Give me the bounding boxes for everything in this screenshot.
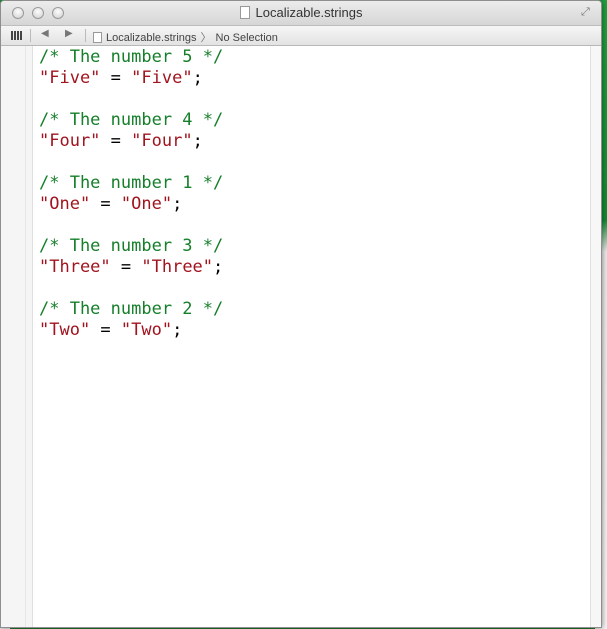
window-title-text: Localizable.strings [255,5,363,20]
code-entry-line: "Three" = "Three"; [39,257,223,278]
breadcrumb: Localizable.strings 〉 No Selection [93,29,278,45]
code-entry-line: "Five" = "Five"; [39,68,223,89]
statement-terminator: ; [192,68,203,88]
vertical-scrollbar[interactable] [590,46,601,627]
string-key: "Five" [39,68,101,88]
title-bar: Localizable.strings ⤢ [1,1,601,26]
jumpbar-divider [85,29,86,42]
forward-arrow-icon[interactable]: ▶ [65,28,73,39]
editor-window: Localizable.strings ⤢ ◀ ▶ Localizable.st… [0,0,602,628]
breadcrumb-selection[interactable]: No Selection [216,32,278,44]
code-entry-line: "Two" = "Two"; [39,320,223,341]
code-comment-line: /* The number 5 */ [39,47,224,67]
string-value: "Two" [120,320,173,340]
code-comment-line: /* The number 4 */ [39,110,224,130]
string-key: "Three" [39,257,111,277]
equals-sign: = [90,194,121,214]
code-entry-line: "One" = "One"; [39,194,223,215]
code-comment-line: /* The number 1 */ [39,173,224,193]
string-value: "One" [120,194,173,214]
statement-terminator: ; [172,320,183,340]
gutter-divider [25,46,26,627]
equals-sign: = [100,68,132,88]
jumpbar-divider [30,29,31,42]
statement-terminator: ; [172,194,183,214]
statement-terminator: ; [192,131,203,151]
window-title: Localizable.strings [1,5,601,20]
code-comment-line: /* The number 2 */ [39,299,224,319]
related-items-icon[interactable] [11,31,23,40]
document-icon [239,6,250,19]
file-icon [93,32,102,43]
string-key: "One" [39,194,91,214]
string-value: "Three" [141,257,214,277]
chevron-right-icon: 〉 [200,32,212,44]
code-comment-line: /* The number 3 */ [39,236,224,256]
string-value: "Four" [131,131,193,151]
equals-sign: = [110,257,142,277]
statement-terminator: ; [213,257,224,277]
equals-sign: = [100,131,132,151]
breadcrumb-file[interactable]: Localizable.strings [106,32,197,44]
fullscreen-icon[interactable]: ⤢ [581,6,593,18]
code-editor[interactable]: /* The number 5 */"Five" = "Five"; /* Th… [39,47,223,341]
string-value: "Five" [131,68,193,88]
code-entry-line: "Four" = "Four"; [39,131,223,152]
jump-bar: ◀ ▶ Localizable.strings 〉 No Selection [1,26,601,46]
string-key: "Two" [39,320,91,340]
line-gutter [1,46,33,627]
equals-sign: = [90,320,121,340]
string-key: "Four" [39,131,101,151]
back-arrow-icon[interactable]: ◀ [41,28,49,39]
